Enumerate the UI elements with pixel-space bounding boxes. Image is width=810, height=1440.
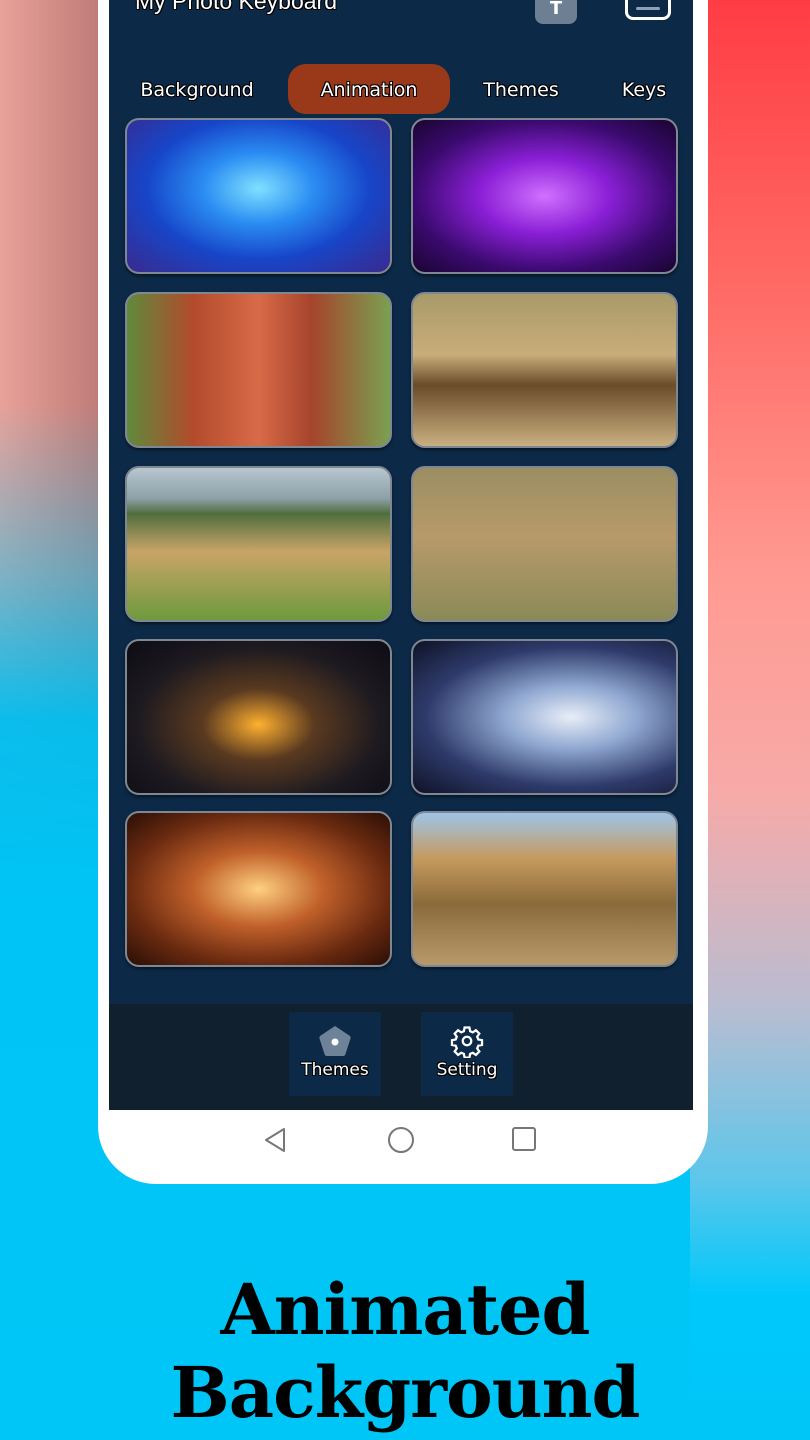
promo-headline: Animated Background <box>170 1268 641 1434</box>
nav-setting-label: Setting <box>436 1060 498 1080</box>
animation-tile[interactable]: golden fiery lion lying down <box>125 811 392 967</box>
page-background-right <box>690 0 810 1440</box>
recents-icon[interactable] <box>511 1126 537 1152</box>
animation-tile[interactable]: purple neon lion face <box>411 118 678 274</box>
bottom-navigation: Themes Setting <box>109 1004 693 1110</box>
nav-themes-label: Themes <box>301 1060 369 1080</box>
animation-tile[interactable]: two lions running on savanna <box>411 292 678 448</box>
app-screen: My Photo Keyboard T Background Animation… <box>109 0 693 1110</box>
gear-icon <box>450 1026 484 1058</box>
animation-tile[interactable]: dark lion with fiery cracks <box>125 639 392 795</box>
animation-tile[interactable]: pride of lionesses in grass <box>125 466 392 622</box>
home-icon[interactable] <box>387 1126 415 1154</box>
animation-tile[interactable]: white-blue lion profile <box>411 639 678 795</box>
animation-tile[interactable]: blue neon lion face <box>125 118 392 274</box>
animation-tile[interactable]: blurred lioness running <box>411 466 678 622</box>
back-icon[interactable] <box>262 1126 288 1154</box>
animation-tile[interactable]: lion walking through dry grass <box>411 811 678 967</box>
system-navigation-bar <box>109 1112 693 1172</box>
animation-tile[interactable]: red-maned lion portrait <box>125 292 392 448</box>
nav-setting[interactable]: Setting <box>421 1012 513 1096</box>
animation-grid: blue neon lion face purple neon lion fac… <box>109 0 693 1000</box>
nav-themes[interactable]: Themes <box>289 1012 381 1096</box>
pentagon-icon <box>319 1026 351 1056</box>
